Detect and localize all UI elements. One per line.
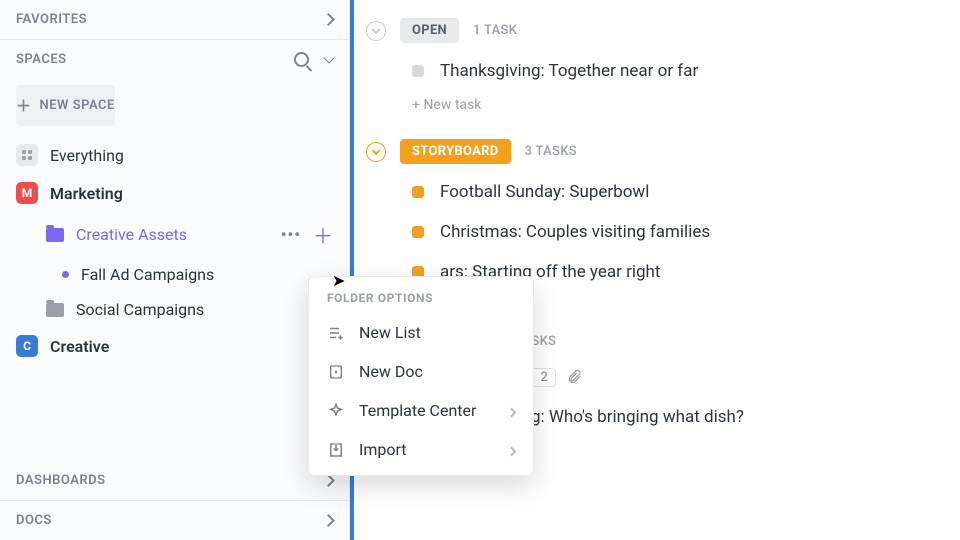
list-dot-icon	[62, 271, 69, 278]
new-space-label: NEW SPACE	[40, 98, 115, 113]
fall-campaigns-label: Fall Ad Campaigns	[81, 265, 214, 284]
menu-label: Template Center	[359, 401, 476, 420]
chevron-right-icon	[508, 440, 515, 459]
plus-icon: ＋	[16, 95, 32, 116]
doc-icon	[327, 363, 345, 381]
creative-label: Creative	[50, 337, 109, 356]
docs-label: DOCS	[16, 513, 52, 528]
favorites-label: FAVORITES	[16, 12, 87, 27]
chevron-right-icon	[322, 514, 335, 527]
new-space-button[interactable]: ＋ NEW SPACE	[16, 85, 115, 126]
status-group-open: OPEN 1 TASK Thanksgiving: Together near …	[354, 14, 960, 117]
favorites-header[interactable]: FAVORITES	[0, 0, 349, 39]
menu-label: Import	[359, 440, 407, 459]
chevron-right-icon	[322, 474, 335, 487]
menu-label: New Doc	[359, 362, 423, 381]
search-icon[interactable]	[294, 52, 309, 67]
status-box-icon[interactable]	[412, 186, 424, 198]
import-icon	[327, 441, 345, 459]
sparkle-icon	[327, 402, 345, 420]
status-badge[interactable]: OPEN	[400, 18, 459, 43]
folder-icon	[46, 303, 64, 317]
menu-label: New List	[359, 323, 421, 342]
task-count: 1 TASK	[473, 23, 517, 38]
marketing-badge-icon: M	[16, 182, 38, 204]
dashboards-label: DASHBOARDS	[16, 473, 106, 488]
menu-item-new-doc[interactable]: New Doc	[309, 352, 533, 391]
ellipsis-icon[interactable]: •••	[281, 225, 301, 244]
popup-title: FOLDER OPTIONS	[309, 287, 533, 313]
status-badge[interactable]: STORYBOARD	[400, 139, 511, 164]
status-box-icon[interactable]	[412, 226, 424, 238]
collapse-toggle[interactable]	[366, 142, 386, 162]
task-row[interactable]: Thanksgiving: Together near or far	[354, 51, 960, 91]
creative-assets-label: Creative Assets	[76, 225, 187, 244]
task-title: Christmas: Couples visiting families	[440, 222, 710, 242]
sidebar-item-social-campaigns[interactable]: Social Campaigns	[0, 292, 349, 327]
spaces-header[interactable]: SPACES	[0, 40, 349, 79]
attachment-icon[interactable]	[566, 369, 582, 385]
sidebar-item-everything[interactable]: Everything	[0, 136, 349, 174]
task-title: Football Sunday: Superbowl	[440, 182, 649, 202]
plus-icon[interactable]: ＋	[313, 220, 333, 249]
sidebar-item-marketing[interactable]: M Marketing	[0, 174, 349, 212]
sidebar-item-creative-assets[interactable]: Creative Assets ••• ＋	[0, 212, 349, 257]
folder-icon	[46, 228, 64, 242]
chevron-right-icon	[322, 13, 335, 26]
folder-options-menu: FOLDER OPTIONS New List New Doc Template…	[308, 276, 534, 476]
grid-icon	[16, 144, 38, 166]
sidebar: FAVORITES SPACES ＋ NEW SPACE Everything …	[0, 0, 350, 540]
chevron-down-icon[interactable]	[323, 52, 334, 63]
status-group-storyboard: STORYBOARD 3 TASKS Football Sunday: Supe…	[354, 135, 960, 292]
task-row[interactable]: Football Sunday: Superbowl	[354, 172, 960, 212]
new-task-button[interactable]: + New task	[354, 91, 960, 117]
task-count: 3 TASKS	[525, 144, 577, 159]
docs-header[interactable]: DOCS	[0, 501, 349, 540]
social-campaigns-label: Social Campaigns	[76, 300, 204, 319]
status-box-icon[interactable]	[412, 65, 424, 77]
collapse-toggle[interactable]	[366, 21, 386, 41]
subtask-count: 2	[540, 370, 547, 385]
spaces-label: SPACES	[16, 52, 67, 67]
creative-badge-icon: C	[16, 335, 38, 357]
menu-item-new-list[interactable]: New List	[309, 313, 533, 352]
task-row[interactable]: Christmas: Couples visiting families	[354, 212, 960, 252]
chevron-right-icon	[508, 401, 515, 420]
task-title: Thanksgiving: Together near or far	[440, 61, 698, 81]
everything-label: Everything	[50, 146, 124, 165]
dashboards-header[interactable]: DASHBOARDS	[0, 461, 349, 500]
marketing-label: Marketing	[50, 184, 123, 203]
menu-item-template-center[interactable]: Template Center	[309, 391, 533, 430]
sidebar-item-creative[interactable]: C Creative	[0, 327, 349, 365]
list-icon	[327, 324, 345, 342]
cursor-icon: ➤	[332, 271, 345, 290]
menu-item-import[interactable]: Import	[309, 430, 533, 469]
sidebar-item-fall-campaigns[interactable]: Fall Ad Campaigns	[0, 257, 349, 292]
